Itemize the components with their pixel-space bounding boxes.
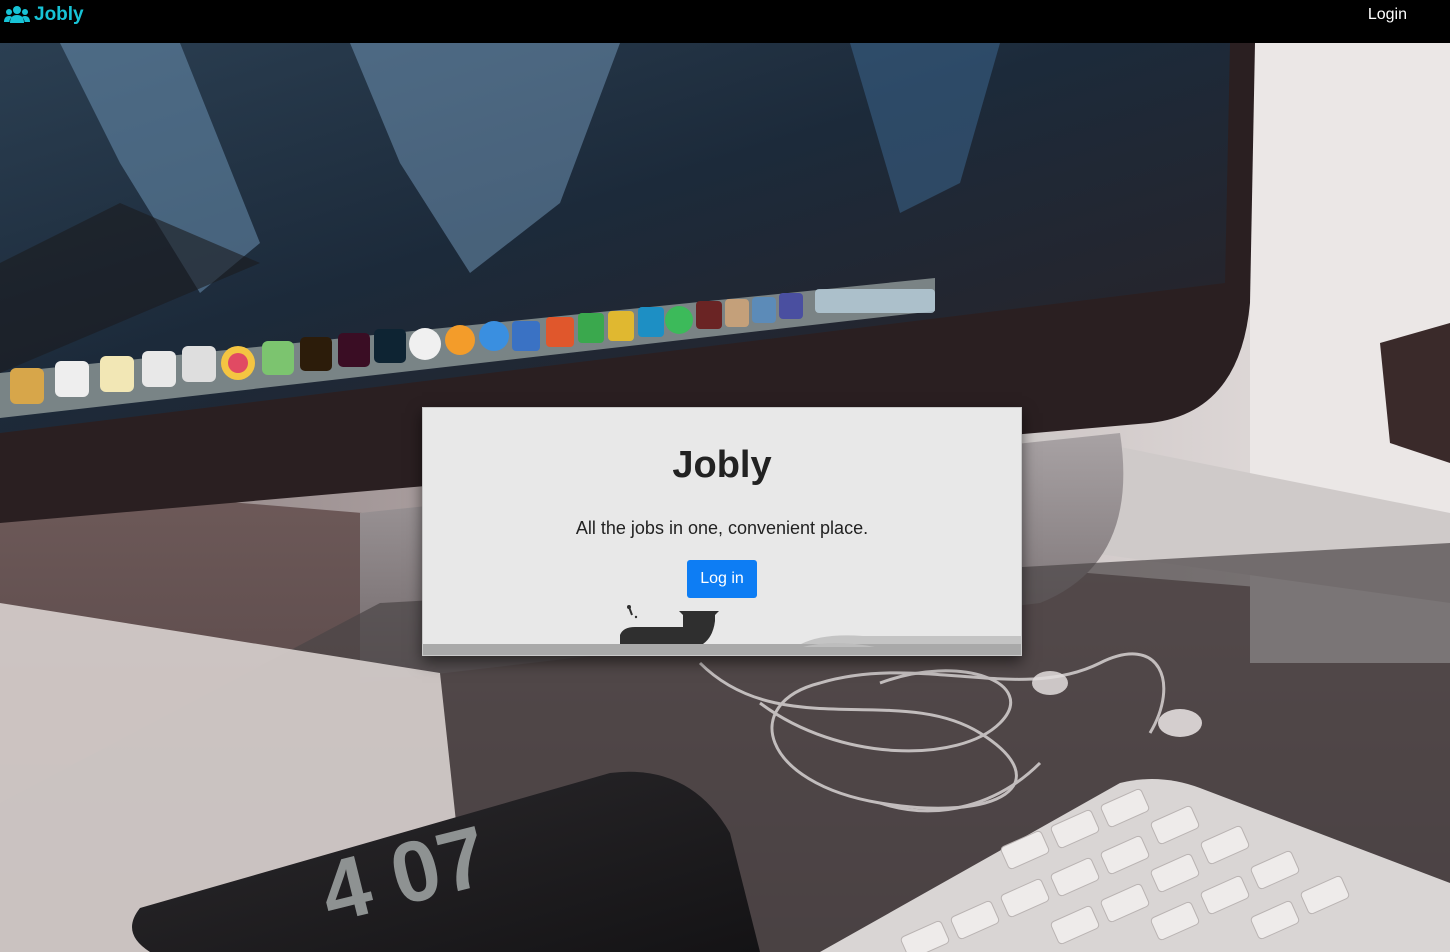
card-subtitle: All the jobs in one, convenient place. [575,518,869,538]
whale-illustration [423,605,1021,655]
nav-login-link[interactable]: Login [1368,6,1407,24]
top-navbar: Jobly Login [0,0,1450,43]
card-title: Jobly [672,444,772,486]
welcome-card: Jobly All the jobs in one, convenient pl… [422,407,1022,656]
brand-name: Jobly [34,4,84,25]
users-icon [4,5,30,25]
log-in-button[interactable]: Log in [687,560,757,598]
brand-link[interactable]: Jobly [4,4,84,26]
